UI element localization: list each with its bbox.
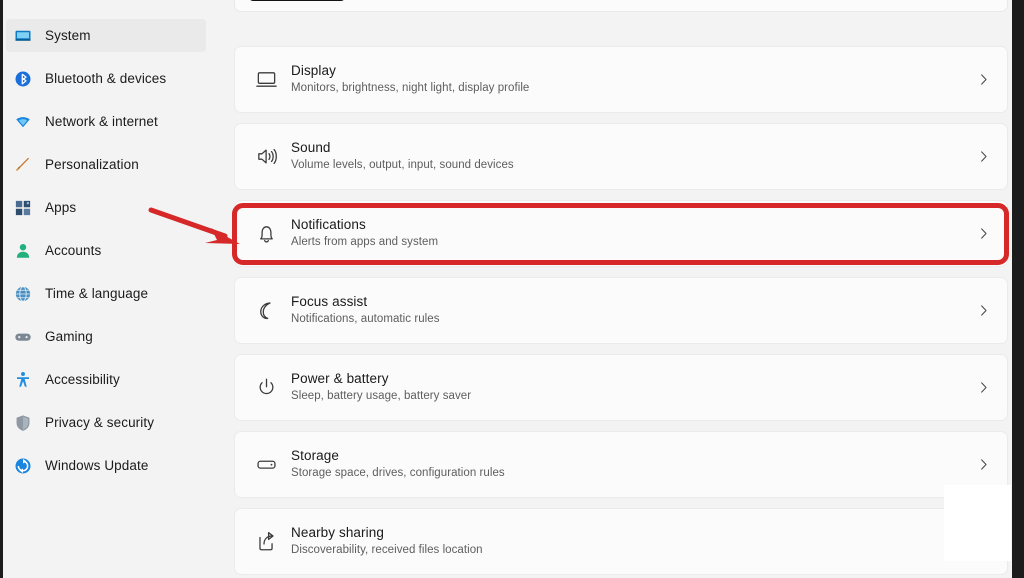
settings-row-text: Nearby sharing Discoverability, received …	[289, 525, 959, 557]
power-button-icon	[243, 376, 289, 399]
person-icon	[14, 242, 32, 260]
settings-row-subtitle: Monitors, brightness, night light, displ…	[291, 82, 530, 95]
white-overlay-patch	[944, 485, 1011, 561]
settings-row-focus-assist[interactable]: Focus assist Notifications, automatic rul…	[234, 277, 1008, 344]
bell-notification-icon	[243, 222, 289, 245]
sidebar-item-apps[interactable]: Apps	[6, 191, 206, 224]
globe-clock-icon	[14, 285, 32, 303]
settings-row-subtitle: Alerts from apps and system	[291, 236, 439, 249]
sidebar-item-accessibility[interactable]: Accessibility	[6, 363, 206, 396]
sidebar-item-label: Accounts	[45, 243, 102, 258]
settings-row-title: Power & battery	[291, 371, 389, 387]
nearby-share-icon	[243, 530, 289, 553]
settings-row-notifications[interactable]: Notifications Alerts from apps and system	[234, 200, 1008, 267]
display-monitor-icon	[243, 68, 289, 91]
settings-row-subtitle: Notifications, automatic rules	[291, 313, 440, 326]
sidebar-item-label: System	[45, 28, 91, 43]
settings-content-pane: Rename Display Monitors, brightness, nigh…	[231, 0, 1012, 578]
chevron-right-icon[interactable]	[959, 379, 1007, 396]
settings-row-subtitle: Sleep, battery usage, battery saver	[291, 390, 472, 403]
settings-row-text: Display Monitors, brightness, night light…	[289, 63, 959, 95]
chevron-right-icon[interactable]	[959, 302, 1007, 319]
sidebar-item-personalization[interactable]: Personalization	[6, 148, 206, 181]
laptop-base	[249, 0, 345, 1]
settings-row-subtitle: Volume levels, output, input, sound devi…	[291, 159, 514, 172]
settings-row-text: Storage Storage space, drives, configurat…	[289, 448, 959, 480]
moon-crescent-icon	[243, 299, 289, 322]
settings-row-subtitle: Discoverability, received files location	[291, 544, 483, 557]
gamepad-icon	[14, 328, 32, 346]
sidebar-item-label: Personalization	[45, 157, 139, 172]
sidebar-item-label: Windows Update	[45, 458, 149, 473]
sidebar-item-bluetooth-devices[interactable]: Bluetooth & devices	[6, 62, 206, 95]
chevron-right-icon[interactable]	[959, 71, 1007, 88]
laptop-illustration	[249, 0, 345, 5]
hard-drive-icon	[243, 453, 289, 476]
settings-row-text: Focus assist Notifications, automatic rul…	[289, 294, 959, 326]
settings-row-text: Power & battery Sleep, battery usage, bat…	[289, 371, 959, 403]
sidebar-item-gaming[interactable]: Gaming	[6, 320, 206, 353]
settings-row-nearby-sharing[interactable]: Nearby sharing Discoverability, received …	[234, 508, 1008, 575]
sidebar-item-label: Apps	[45, 200, 77, 215]
chevron-right-icon[interactable]	[959, 148, 1007, 165]
sidebar-item-label: Bluetooth & devices	[45, 71, 167, 86]
settings-sidebar: System Bluetooth & devices Network & inter…	[3, 0, 231, 578]
settings-row-title: Focus assist	[291, 294, 368, 310]
settings-row-sound[interactable]: Sound Volume levels, output, input, sound…	[234, 123, 1008, 190]
sidebar-item-network-internet[interactable]: Network & internet	[6, 105, 206, 138]
settings-row-title: Display	[291, 63, 336, 79]
sidebar-item-label: Gaming	[45, 329, 93, 344]
monitor-icon	[14, 27, 32, 45]
shield-icon	[14, 414, 32, 432]
window-left-edge	[0, 0, 3, 578]
settings-row-display[interactable]: Display Monitors, brightness, night light…	[234, 46, 1008, 113]
speaker-sound-icon	[243, 145, 289, 168]
window-right-edge	[1012, 0, 1024, 578]
network-wifi-icon	[14, 113, 32, 131]
settings-row-title: Nearby sharing	[291, 525, 384, 541]
settings-row-title: Storage	[291, 448, 339, 464]
sidebar-item-label: Accessibility	[45, 372, 120, 387]
sidebar-item-label: Network & internet	[45, 114, 158, 129]
settings-row-text: Notifications Alerts from apps and system	[289, 217, 959, 249]
apps-grid-icon	[14, 199, 32, 217]
sidebar-item-label: Privacy & security	[45, 415, 155, 430]
settings-row-title: Notifications	[291, 217, 366, 233]
accessibility-icon	[14, 371, 32, 389]
sidebar-item-system[interactable]: System	[6, 19, 206, 52]
sidebar-item-windows-update[interactable]: Windows Update	[6, 449, 206, 482]
settings-row-subtitle: Storage space, drives, configuration rul…	[291, 467, 505, 480]
paintbrush-icon	[14, 156, 32, 174]
update-sync-icon	[14, 457, 32, 475]
chevron-right-icon[interactable]	[959, 225, 1007, 242]
settings-window: System Bluetooth & devices Network & inter…	[0, 0, 1024, 578]
settings-row-text: Sound Volume levels, output, input, sound…	[289, 140, 959, 172]
sidebar-item-time-language[interactable]: Time & language	[6, 277, 206, 310]
sidebar-item-label: Time & language	[45, 286, 149, 301]
device-summary-card: Rename	[234, 0, 1008, 12]
sidebar-item-privacy-security[interactable]: Privacy & security	[6, 406, 206, 439]
bluetooth-icon	[14, 70, 32, 88]
settings-row-power-battery[interactable]: Power & battery Sleep, battery usage, bat…	[234, 354, 1008, 421]
sidebar-item-accounts[interactable]: Accounts	[6, 234, 206, 267]
settings-row-storage[interactable]: Storage Storage space, drives, configurat…	[234, 431, 1008, 498]
settings-row-title: Sound	[291, 140, 331, 156]
chevron-right-icon[interactable]	[959, 456, 1007, 473]
